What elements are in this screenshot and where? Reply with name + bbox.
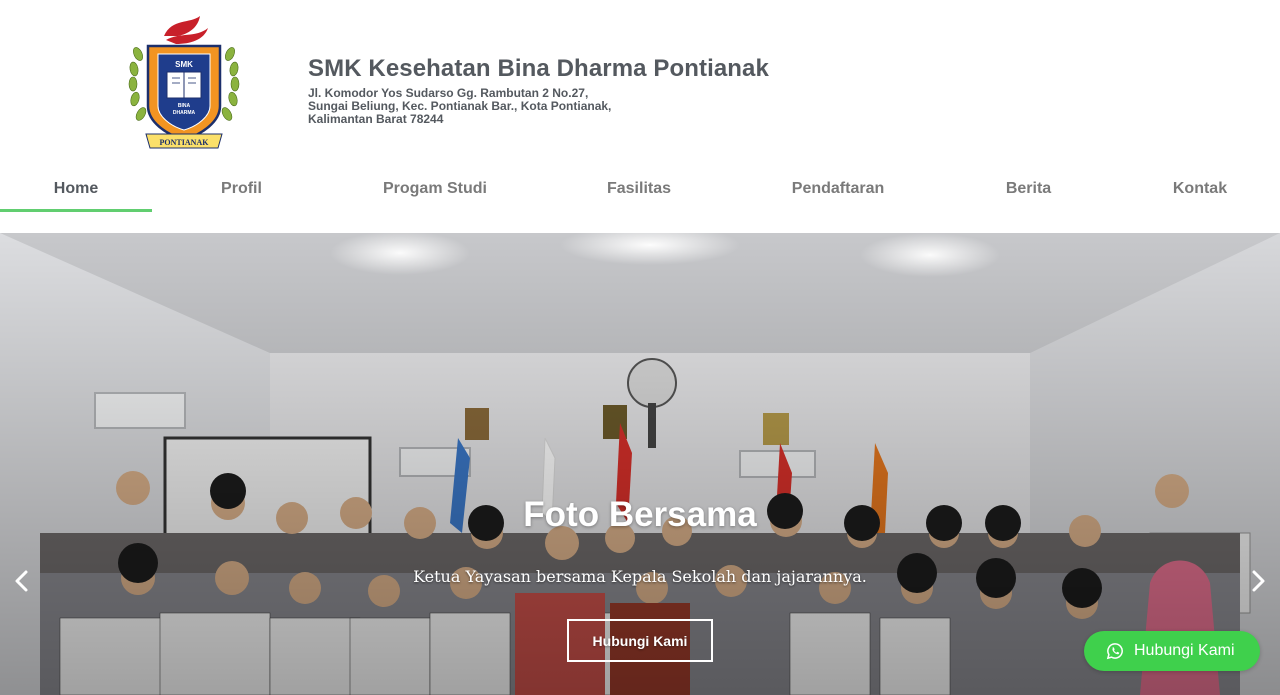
- chevron-right-icon[interactable]: [1246, 568, 1270, 594]
- nav-item-progam-studi[interactable]: Progam Studi: [355, 165, 515, 213]
- slide-description: Ketua Yayasan bersama Kepala Sekolah dan…: [413, 567, 867, 586]
- chevron-left-icon[interactable]: [10, 568, 34, 594]
- whatsapp-contact-button[interactable]: Hubungi Kami: [1084, 631, 1260, 671]
- active-nav-indicator: [0, 209, 152, 212]
- school-logo[interactable]: SMK BINA DHARMA PONTIANAK: [128, 14, 240, 152]
- svg-text:BINA: BINA: [178, 103, 191, 109]
- nav-item-fasilitas[interactable]: Fasilitas: [580, 165, 698, 213]
- nav-item-home[interactable]: Home: [0, 165, 152, 213]
- address-line: Kalimantan Barat 78244: [308, 112, 444, 126]
- slide-title: Foto Bersama: [523, 495, 757, 534]
- site-title[interactable]: SMK Kesehatan Bina Dharma Pontianak: [308, 54, 769, 84]
- whatsapp-icon: [1106, 643, 1123, 660]
- svg-text:PONTIANAK: PONTIANAK: [160, 138, 210, 147]
- site-header: SMK BINA DHARMA PONTIANAK SMK Kesehatan …: [0, 0, 1280, 165]
- svg-text:SMK: SMK: [175, 60, 193, 69]
- main-nav: Home Profil Progam Studi Fasilitas Penda…: [0, 165, 1280, 215]
- svg-text:DHARMA: DHARMA: [173, 110, 196, 116]
- slide-contact-button[interactable]: Hubungi Kami: [567, 619, 713, 662]
- nav-item-berita[interactable]: Berita: [978, 165, 1079, 213]
- nav-item-pendaftaran[interactable]: Pendaftaran: [765, 165, 911, 213]
- nav-item-profil[interactable]: Profil: [190, 165, 293, 213]
- brand-block: SMK Kesehatan Bina Dharma Pontianak Jl. …: [308, 54, 769, 126]
- nav-item-kontak[interactable]: Kontak: [1145, 165, 1255, 213]
- site-address: Jl. Komodor Yos Sudarso Gg. Rambutan 2 N…: [308, 87, 769, 126]
- whatsapp-label: Hubungi Kami: [1134, 642, 1235, 659]
